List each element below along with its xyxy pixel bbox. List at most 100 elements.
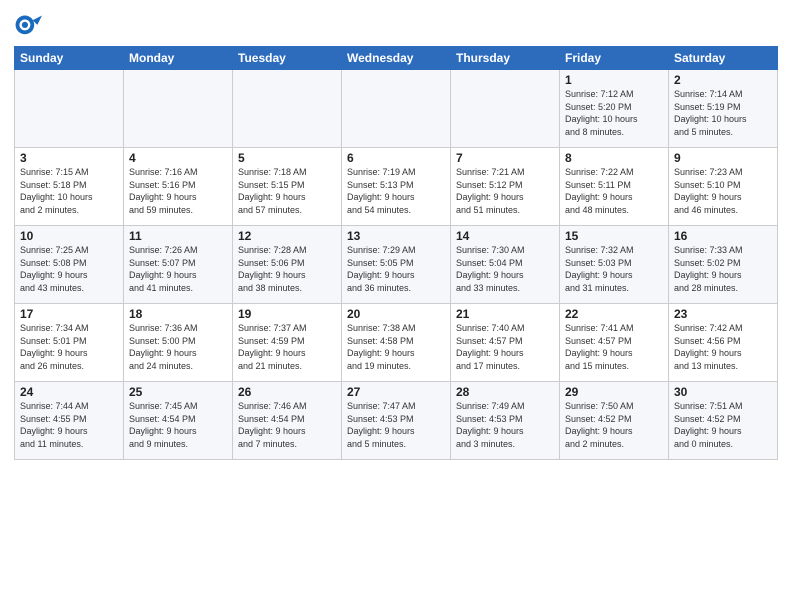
day-number: 24 bbox=[20, 385, 118, 399]
day-info: Sunrise: 7:34 AM Sunset: 5:01 PM Dayligh… bbox=[20, 322, 118, 372]
day-number: 20 bbox=[347, 307, 445, 321]
calendar-cell: 23Sunrise: 7:42 AM Sunset: 4:56 PM Dayli… bbox=[669, 304, 778, 382]
day-number: 1 bbox=[565, 73, 663, 87]
day-number: 6 bbox=[347, 151, 445, 165]
header-tuesday: Tuesday bbox=[233, 47, 342, 70]
day-number: 14 bbox=[456, 229, 554, 243]
day-info: Sunrise: 7:28 AM Sunset: 5:06 PM Dayligh… bbox=[238, 244, 336, 294]
day-info: Sunrise: 7:46 AM Sunset: 4:54 PM Dayligh… bbox=[238, 400, 336, 450]
day-info: Sunrise: 7:38 AM Sunset: 4:58 PM Dayligh… bbox=[347, 322, 445, 372]
day-info: Sunrise: 7:26 AM Sunset: 5:07 PM Dayligh… bbox=[129, 244, 227, 294]
day-number: 4 bbox=[129, 151, 227, 165]
calendar-page: Sunday Monday Tuesday Wednesday Thursday… bbox=[0, 0, 792, 612]
calendar-week-row: 17Sunrise: 7:34 AM Sunset: 5:01 PM Dayli… bbox=[15, 304, 778, 382]
calendar-cell: 19Sunrise: 7:37 AM Sunset: 4:59 PM Dayli… bbox=[233, 304, 342, 382]
day-info: Sunrise: 7:18 AM Sunset: 5:15 PM Dayligh… bbox=[238, 166, 336, 216]
calendar-cell: 2Sunrise: 7:14 AM Sunset: 5:19 PM Daylig… bbox=[669, 70, 778, 148]
day-info: Sunrise: 7:50 AM Sunset: 4:52 PM Dayligh… bbox=[565, 400, 663, 450]
day-info: Sunrise: 7:42 AM Sunset: 4:56 PM Dayligh… bbox=[674, 322, 772, 372]
calendar-cell: 17Sunrise: 7:34 AM Sunset: 5:01 PM Dayli… bbox=[15, 304, 124, 382]
header-sunday: Sunday bbox=[15, 47, 124, 70]
header-monday: Monday bbox=[124, 47, 233, 70]
calendar-cell: 20Sunrise: 7:38 AM Sunset: 4:58 PM Dayli… bbox=[342, 304, 451, 382]
calendar-week-row: 10Sunrise: 7:25 AM Sunset: 5:08 PM Dayli… bbox=[15, 226, 778, 304]
calendar-week-row: 24Sunrise: 7:44 AM Sunset: 4:55 PM Dayli… bbox=[15, 382, 778, 460]
calendar-cell: 1Sunrise: 7:12 AM Sunset: 5:20 PM Daylig… bbox=[560, 70, 669, 148]
calendar-body: 1Sunrise: 7:12 AM Sunset: 5:20 PM Daylig… bbox=[15, 70, 778, 460]
day-number: 23 bbox=[674, 307, 772, 321]
calendar-cell: 16Sunrise: 7:33 AM Sunset: 5:02 PM Dayli… bbox=[669, 226, 778, 304]
calendar-cell: 10Sunrise: 7:25 AM Sunset: 5:08 PM Dayli… bbox=[15, 226, 124, 304]
calendar-cell: 28Sunrise: 7:49 AM Sunset: 4:53 PM Dayli… bbox=[451, 382, 560, 460]
day-number: 30 bbox=[674, 385, 772, 399]
day-number: 22 bbox=[565, 307, 663, 321]
day-info: Sunrise: 7:25 AM Sunset: 5:08 PM Dayligh… bbox=[20, 244, 118, 294]
day-info: Sunrise: 7:19 AM Sunset: 5:13 PM Dayligh… bbox=[347, 166, 445, 216]
calendar-cell bbox=[233, 70, 342, 148]
calendar-header: Sunday Monday Tuesday Wednesday Thursday… bbox=[15, 47, 778, 70]
day-number: 5 bbox=[238, 151, 336, 165]
calendar-cell bbox=[451, 70, 560, 148]
calendar-cell: 29Sunrise: 7:50 AM Sunset: 4:52 PM Dayli… bbox=[560, 382, 669, 460]
calendar-cell: 13Sunrise: 7:29 AM Sunset: 5:05 PM Dayli… bbox=[342, 226, 451, 304]
calendar-cell bbox=[15, 70, 124, 148]
day-info: Sunrise: 7:32 AM Sunset: 5:03 PM Dayligh… bbox=[565, 244, 663, 294]
day-number: 27 bbox=[347, 385, 445, 399]
calendar-week-row: 1Sunrise: 7:12 AM Sunset: 5:20 PM Daylig… bbox=[15, 70, 778, 148]
header-thursday: Thursday bbox=[451, 47, 560, 70]
calendar-cell: 26Sunrise: 7:46 AM Sunset: 4:54 PM Dayli… bbox=[233, 382, 342, 460]
day-number: 19 bbox=[238, 307, 336, 321]
day-info: Sunrise: 7:21 AM Sunset: 5:12 PM Dayligh… bbox=[456, 166, 554, 216]
day-number: 7 bbox=[456, 151, 554, 165]
calendar-week-row: 3Sunrise: 7:15 AM Sunset: 5:18 PM Daylig… bbox=[15, 148, 778, 226]
calendar-cell: 25Sunrise: 7:45 AM Sunset: 4:54 PM Dayli… bbox=[124, 382, 233, 460]
day-number: 21 bbox=[456, 307, 554, 321]
day-number: 2 bbox=[674, 73, 772, 87]
calendar-cell: 14Sunrise: 7:30 AM Sunset: 5:04 PM Dayli… bbox=[451, 226, 560, 304]
day-info: Sunrise: 7:12 AM Sunset: 5:20 PM Dayligh… bbox=[565, 88, 663, 138]
calendar-cell: 5Sunrise: 7:18 AM Sunset: 5:15 PM Daylig… bbox=[233, 148, 342, 226]
calendar-cell: 30Sunrise: 7:51 AM Sunset: 4:52 PM Dayli… bbox=[669, 382, 778, 460]
header bbox=[14, 10, 778, 42]
day-info: Sunrise: 7:45 AM Sunset: 4:54 PM Dayligh… bbox=[129, 400, 227, 450]
day-number: 9 bbox=[674, 151, 772, 165]
calendar-cell: 27Sunrise: 7:47 AM Sunset: 4:53 PM Dayli… bbox=[342, 382, 451, 460]
calendar-cell: 12Sunrise: 7:28 AM Sunset: 5:06 PM Dayli… bbox=[233, 226, 342, 304]
day-number: 28 bbox=[456, 385, 554, 399]
day-info: Sunrise: 7:40 AM Sunset: 4:57 PM Dayligh… bbox=[456, 322, 554, 372]
logo bbox=[14, 14, 46, 42]
day-number: 3 bbox=[20, 151, 118, 165]
calendar-cell: 24Sunrise: 7:44 AM Sunset: 4:55 PM Dayli… bbox=[15, 382, 124, 460]
header-wednesday: Wednesday bbox=[342, 47, 451, 70]
day-info: Sunrise: 7:51 AM Sunset: 4:52 PM Dayligh… bbox=[674, 400, 772, 450]
weekday-header-row: Sunday Monday Tuesday Wednesday Thursday… bbox=[15, 47, 778, 70]
logo-icon bbox=[14, 14, 42, 42]
calendar-cell: 6Sunrise: 7:19 AM Sunset: 5:13 PM Daylig… bbox=[342, 148, 451, 226]
day-info: Sunrise: 7:33 AM Sunset: 5:02 PM Dayligh… bbox=[674, 244, 772, 294]
day-number: 13 bbox=[347, 229, 445, 243]
day-number: 29 bbox=[565, 385, 663, 399]
day-info: Sunrise: 7:41 AM Sunset: 4:57 PM Dayligh… bbox=[565, 322, 663, 372]
day-info: Sunrise: 7:16 AM Sunset: 5:16 PM Dayligh… bbox=[129, 166, 227, 216]
day-number: 18 bbox=[129, 307, 227, 321]
day-number: 12 bbox=[238, 229, 336, 243]
day-info: Sunrise: 7:30 AM Sunset: 5:04 PM Dayligh… bbox=[456, 244, 554, 294]
day-number: 26 bbox=[238, 385, 336, 399]
calendar-cell: 15Sunrise: 7:32 AM Sunset: 5:03 PM Dayli… bbox=[560, 226, 669, 304]
calendar-cell bbox=[124, 70, 233, 148]
day-number: 16 bbox=[674, 229, 772, 243]
day-info: Sunrise: 7:14 AM Sunset: 5:19 PM Dayligh… bbox=[674, 88, 772, 138]
calendar-cell: 11Sunrise: 7:26 AM Sunset: 5:07 PM Dayli… bbox=[124, 226, 233, 304]
day-number: 10 bbox=[20, 229, 118, 243]
day-number: 17 bbox=[20, 307, 118, 321]
day-number: 8 bbox=[565, 151, 663, 165]
calendar-cell: 21Sunrise: 7:40 AM Sunset: 4:57 PM Dayli… bbox=[451, 304, 560, 382]
calendar-cell: 18Sunrise: 7:36 AM Sunset: 5:00 PM Dayli… bbox=[124, 304, 233, 382]
header-saturday: Saturday bbox=[669, 47, 778, 70]
day-number: 15 bbox=[565, 229, 663, 243]
day-info: Sunrise: 7:22 AM Sunset: 5:11 PM Dayligh… bbox=[565, 166, 663, 216]
day-number: 11 bbox=[129, 229, 227, 243]
day-info: Sunrise: 7:37 AM Sunset: 4:59 PM Dayligh… bbox=[238, 322, 336, 372]
calendar-table: Sunday Monday Tuesday Wednesday Thursday… bbox=[14, 46, 778, 460]
calendar-cell bbox=[342, 70, 451, 148]
